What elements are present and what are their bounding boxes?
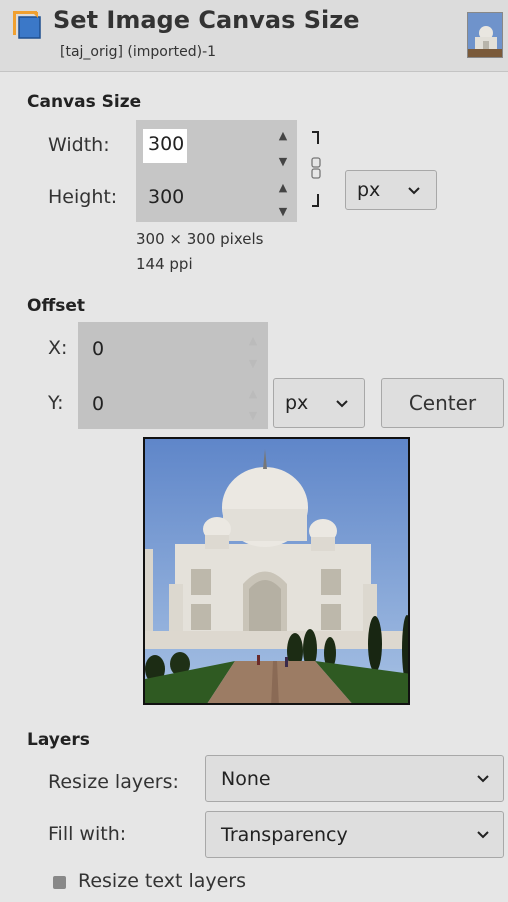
dialog-subtitle: [taj_orig] (imported)-1 [60, 44, 217, 60]
dialog-title: Set Image Canvas Size [53, 6, 360, 34]
center-button[interactable]: Center [381, 378, 504, 428]
layers-section-title: Layers [27, 730, 90, 750]
fill-with-value: Transparency [221, 824, 348, 846]
resize-text-layers-checkbox[interactable] [53, 876, 66, 889]
fill-with-dropdown[interactable]: Transparency [205, 811, 504, 858]
size-unit-dropdown[interactable]: px [345, 170, 437, 210]
dialog-header: Set Image Canvas Size [taj_orig] (import… [0, 0, 508, 72]
width-label: Width: [48, 134, 110, 156]
resize-text-layers-label: Resize text layers [78, 870, 247, 892]
resize-layers-label: Resize layers: [48, 771, 179, 793]
height-input[interactable]: 300 [148, 186, 184, 208]
height-decrement-button[interactable]: ▼ [270, 198, 296, 224]
fill-with-label: Fill with: [48, 823, 127, 845]
width-increment-button[interactable]: ▲ [270, 122, 296, 148]
offset-x-input[interactable]: 0 [92, 338, 104, 360]
offset-spin-group: 0 0 ▲ ▼ ▲ ▼ [78, 322, 268, 429]
offset-section-title: Offset [27, 296, 85, 316]
canvas-size-section-title: Canvas Size [27, 92, 142, 112]
canvas-preview[interactable] [143, 437, 410, 705]
height-label: Height: [48, 186, 118, 208]
width-decrement-button[interactable]: ▼ [270, 148, 296, 174]
resize-layers-dropdown[interactable]: None [205, 755, 504, 802]
resize-layers-value: None [221, 768, 271, 790]
chevron-down-icon [408, 187, 420, 195]
size-unit-value: px [357, 179, 381, 201]
canvas-dimensions-text: 300 × 300 pixels [136, 230, 264, 248]
taj-mahal-preview-image [145, 439, 408, 703]
height-increment-button[interactable]: ▲ [270, 174, 296, 200]
chevron-down-icon [477, 775, 489, 783]
offset-x-decrement-button[interactable]: ▼ [240, 350, 266, 376]
resolution-text: 144 ppi [136, 255, 193, 273]
chevron-down-icon [336, 400, 348, 408]
offset-y-input[interactable]: 0 [92, 393, 104, 415]
canvas-size-icon [13, 11, 41, 39]
image-thumbnail [467, 12, 503, 58]
canvas-size-dialog: Set Image Canvas Size [taj_orig] (import… [0, 0, 508, 902]
chevron-down-icon [477, 831, 489, 839]
offset-unit-dropdown[interactable]: px [273, 378, 365, 428]
offset-unit-value: px [285, 392, 309, 414]
offset-y-label: Y: [48, 392, 64, 414]
chain-link-icon[interactable] [306, 128, 328, 214]
offset-y-decrement-button[interactable]: ▼ [240, 402, 266, 428]
offset-x-label: X: [48, 337, 68, 359]
width-input[interactable]: 300 [148, 133, 184, 155]
size-spin-group: 300 300 ▲ ▼ ▲ ▼ [136, 120, 297, 222]
